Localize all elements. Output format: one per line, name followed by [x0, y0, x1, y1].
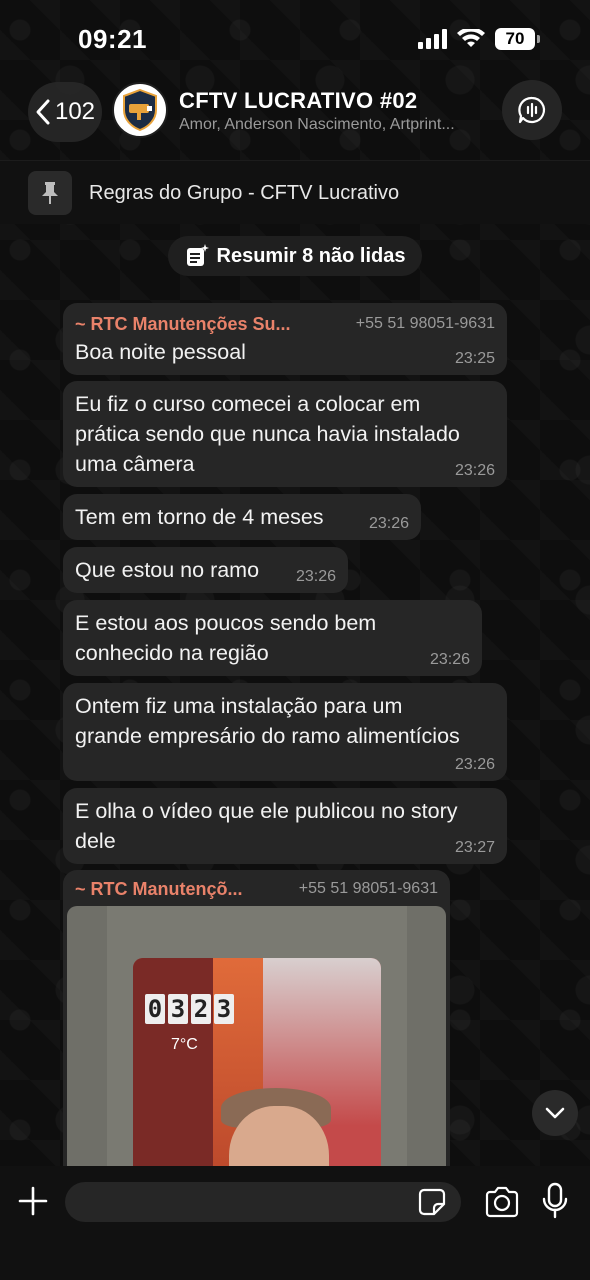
- cellular-signal-icon: [418, 29, 447, 49]
- message-time: 23:27: [454, 839, 495, 856]
- cctv-logo-icon: [123, 88, 157, 132]
- message-time: 23:25: [454, 350, 495, 367]
- message-text: Ontem fiz uma instalação para um grande …: [75, 694, 460, 748]
- message-text: E olha o vídeo que ele publicou no story…: [75, 799, 458, 853]
- message-input-bar: [0, 1166, 590, 1280]
- message-time: 23:26: [429, 651, 470, 668]
- voice-chat-icon: [518, 96, 546, 124]
- message-bubble[interactable]: Que estou no ramo 23:26: [63, 547, 348, 593]
- message-time: 23:26: [295, 568, 336, 585]
- sender-phone: +55 51 98051-9631: [355, 315, 495, 332]
- message-bubble[interactable]: E estou aos poucos sendo bem conhecido n…: [63, 600, 482, 676]
- clock-sticker: 0 3 2 3: [145, 994, 234, 1024]
- video-message-bubble[interactable]: ~ RTC Manutençõ... +55 51 98051-9631 0 3…: [63, 870, 450, 1180]
- story-frame: 0 3 2 3 7°C: [133, 958, 381, 1180]
- status-indicators: 70: [418, 28, 540, 50]
- group-title[interactable]: CFTV LUCRATIVO #02: [179, 88, 417, 114]
- pinned-message-text: Regras do Grupo - CFTV Lucrativo: [89, 182, 400, 204]
- chevron-left-icon: [36, 99, 50, 125]
- status-time: 09:21: [78, 24, 147, 54]
- message-text: E estou aos poucos sendo bem conhecido n…: [75, 611, 377, 665]
- battery-icon: 70: [495, 28, 540, 50]
- message-time: 23:26: [454, 756, 495, 773]
- message-time: 23:26: [454, 462, 495, 479]
- chat-header: 102 CFTV LUCRATIVO #02 Amor, Anderson Na…: [0, 78, 590, 146]
- unread-chats-count: 102: [54, 98, 96, 125]
- wifi-icon: [457, 29, 485, 47]
- sticker-icon[interactable]: [418, 1188, 446, 1216]
- document-sparkle-icon: [186, 244, 209, 266]
- group-avatar[interactable]: [112, 82, 168, 138]
- pin-icon: [42, 182, 58, 204]
- battery-level: 70: [495, 28, 535, 50]
- sender-row: ~ RTC Manutençõ... +55 51 98051-9631: [63, 870, 450, 902]
- message-bubble[interactable]: Ontem fiz uma instalação para um grande …: [63, 683, 507, 781]
- voice-chat-button[interactable]: [502, 80, 562, 140]
- sender-row: ~ RTC Manutenções Su... +55 51 98051-963…: [75, 311, 495, 337]
- microphone-icon[interactable]: [542, 1182, 568, 1220]
- message-text: Eu fiz o curso comecei a colocar em prát…: [75, 392, 460, 476]
- status-bar: 09:21 70: [0, 0, 590, 80]
- message-text: Boa noite pessoal: [75, 340, 246, 364]
- sender-name[interactable]: ~ RTC Manutenções Su...: [75, 314, 291, 335]
- message-bubble[interactable]: ~ RTC Manutenções Su... +55 51 98051-963…: [63, 303, 507, 375]
- message-input[interactable]: [65, 1182, 461, 1222]
- camera-icon[interactable]: [484, 1186, 520, 1218]
- pinned-message-bar[interactable]: Regras do Grupo - CFTV Lucrativo: [0, 160, 590, 224]
- summarize-unread-button[interactable]: Resumir 8 não lidas: [168, 236, 422, 276]
- group-members[interactable]: Amor, Anderson Nascimento, Artprint...: [179, 116, 489, 134]
- video-thumbnail[interactable]: 0 3 2 3 7°C: [67, 906, 446, 1180]
- message-bubble[interactable]: Tem em torno de 4 meses 23:26: [63, 494, 421, 540]
- sender-name[interactable]: ~ RTC Manutençõ...: [75, 879, 243, 900]
- temperature-sticker: 7°C: [171, 1036, 198, 1053]
- sender-phone: +55 51 98051-9631: [298, 880, 438, 897]
- back-button[interactable]: 102: [28, 82, 102, 142]
- summarize-label: Resumir 8 não lidas: [216, 244, 406, 267]
- pin-icon-box: [28, 171, 72, 215]
- message-text: Tem em torno de 4 meses: [75, 505, 324, 529]
- plus-icon[interactable]: [16, 1184, 50, 1218]
- message-bubble[interactable]: E olha o vídeo que ele publicou no story…: [63, 788, 507, 864]
- message-time: 23:26: [368, 515, 409, 532]
- chevron-down-icon: [545, 1107, 565, 1119]
- message-bubble[interactable]: Eu fiz o curso comecei a colocar em prát…: [63, 381, 507, 487]
- scroll-to-bottom-button[interactable]: [532, 1090, 578, 1136]
